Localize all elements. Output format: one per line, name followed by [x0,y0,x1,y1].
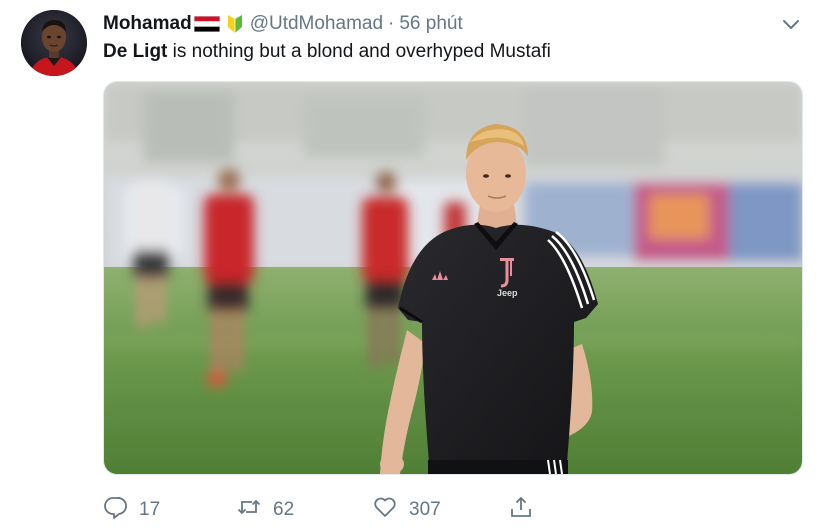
share-button[interactable] [509,495,533,525]
tweet-text-bold: De Ligt [103,41,168,62]
reply-button[interactable]: 17 [103,495,160,525]
heart-icon [373,495,397,525]
retweet-button[interactable]: 62 [237,495,294,525]
chevron-down-icon[interactable] [780,13,802,35]
tweet: Mohamad @UtdMohamad · 56 phút De Ligt is… [0,0,819,529]
like-button[interactable]: 307 [373,495,441,525]
like-count: 307 [409,499,441,520]
tweet-text: De Ligt is nothing but a blond and overh… [103,41,551,63]
separator-dot: · [388,13,395,34]
avatar[interactable] [21,10,87,76]
tweet-header: Mohamad @UtdMohamad · 56 phút [103,11,463,37]
beginner-badge-icon [226,14,244,34]
retweet-count: 62 [273,499,295,520]
share-icon [509,495,533,525]
user-handle[interactable]: @UtdMohamad [250,13,383,35]
timestamp[interactable]: 56 phút [399,13,462,35]
yemen-flag-icon [193,16,220,32]
reply-icon [103,495,127,525]
tweet-text-rest: is nothing but a blond and overhyped Mus… [167,41,551,62]
tweet-actions: 17 62 307 [103,495,543,525]
tweet-media-image[interactable]: Jeep [103,81,803,475]
display-name[interactable]: Mohamad [103,13,192,35]
reply-count: 17 [139,499,161,520]
retweet-icon [237,495,261,525]
shirt-sponsor-text: Jeep [497,288,518,298]
